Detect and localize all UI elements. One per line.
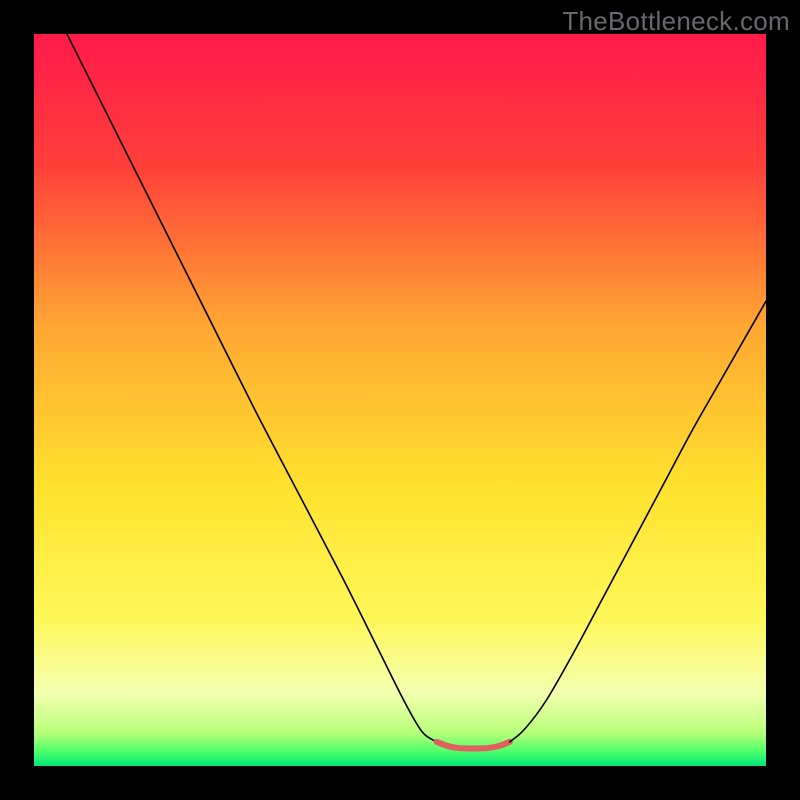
chart-container: TheBottleneck.com bbox=[0, 0, 800, 800]
watermark-text: TheBottleneck.com bbox=[562, 6, 790, 37]
chart-svg bbox=[0, 0, 800, 800]
plot-area bbox=[34, 34, 766, 766]
